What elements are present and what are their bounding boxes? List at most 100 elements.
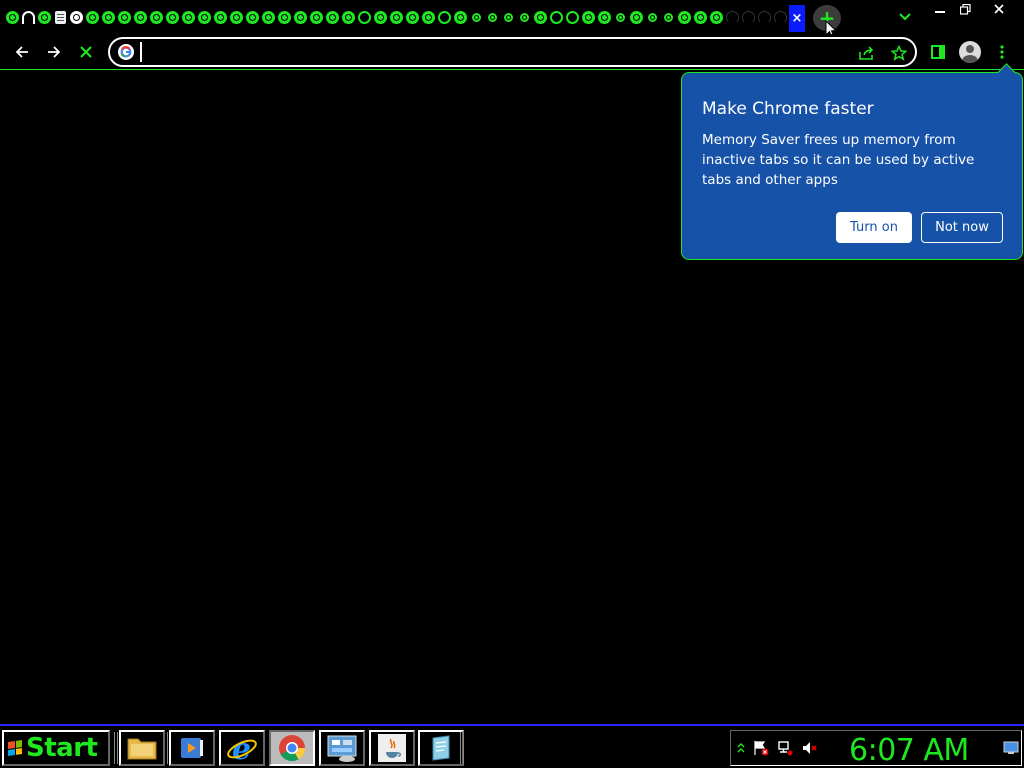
show-desktop-icon[interactable] [1003, 740, 1019, 756]
turn-on-button[interactable]: Turn on [836, 212, 912, 243]
tab-25[interactable] [388, 7, 404, 27]
tab-21[interactable] [324, 7, 340, 27]
tab-44[interactable] [692, 7, 708, 27]
address-bar[interactable] [108, 37, 917, 67]
tab-27[interactable] [420, 7, 436, 27]
avatar-icon [959, 41, 981, 63]
tab-38[interactable] [596, 7, 612, 27]
tab-33[interactable] [516, 7, 532, 27]
tab-8[interactable] [116, 7, 132, 27]
tab-16[interactable] [244, 7, 260, 27]
forward-button[interactable] [40, 38, 68, 66]
taskbar-clock[interactable]: 6:07 AM [849, 733, 969, 768]
tab-17[interactable] [260, 7, 276, 27]
tab-29[interactable] [452, 7, 468, 27]
action-center-flag-icon[interactable] [753, 740, 769, 756]
tab-34[interactable] [532, 7, 548, 27]
tab-22[interactable] [340, 7, 356, 27]
taskbar-java[interactable] [369, 730, 415, 766]
tab-19[interactable] [292, 7, 308, 27]
tab-7[interactable] [100, 7, 116, 27]
tab-search-button[interactable] [895, 7, 915, 27]
taskbar-media-player[interactable] [169, 730, 215, 766]
taskbar-file-explorer[interactable] [119, 730, 165, 766]
stop-loading-button[interactable] [72, 38, 100, 66]
tab-9[interactable] [132, 7, 148, 27]
taskbar-chrome[interactable] [269, 730, 315, 766]
tab-40[interactable] [628, 7, 644, 27]
tab-13[interactable] [196, 7, 212, 27]
small-favicon-icon [519, 12, 529, 22]
tab-42[interactable] [660, 7, 676, 27]
chrome-favicon-icon [117, 10, 131, 24]
chrome-favicon-icon [693, 10, 707, 24]
profile-button[interactable] [956, 38, 984, 66]
side-panel-button[interactable] [924, 38, 952, 66]
tab-11[interactable] [164, 7, 180, 27]
dim-favicon-icon [741, 10, 755, 24]
tab-31[interactable] [484, 7, 500, 27]
tab-3[interactable] [36, 7, 52, 27]
tab-32[interactable] [500, 7, 516, 27]
tab-18[interactable] [276, 7, 292, 27]
volume-muted-icon[interactable] [801, 740, 817, 756]
taskbar-internet-explorer[interactable]: e [219, 730, 265, 766]
chrome-favicon-icon [245, 10, 259, 24]
not-now-button[interactable]: Not now [921, 212, 1003, 243]
tab-10[interactable] [148, 7, 164, 27]
tab-35[interactable] [548, 7, 564, 27]
tab-39[interactable] [612, 7, 628, 27]
tab-49[interactable] [772, 7, 788, 27]
tab-30[interactable] [468, 7, 484, 27]
close-tab-icon[interactable]: × [792, 12, 803, 25]
tab-20[interactable] [308, 7, 324, 27]
show-hidden-icons-button[interactable] [733, 740, 749, 756]
popup-title: Make Chrome faster [702, 99, 874, 119]
taskbar-separator [460, 732, 464, 764]
chrome-favicon-icon [453, 10, 467, 24]
tab-6[interactable] [84, 7, 100, 27]
chrome-favicon-icon [373, 10, 387, 24]
tab-46[interactable] [724, 7, 740, 27]
back-button[interactable] [8, 38, 36, 66]
browser-toolbar [0, 34, 1024, 70]
tab-37[interactable] [580, 7, 596, 27]
tab-41[interactable] [644, 7, 660, 27]
tab-23[interactable] [356, 7, 372, 27]
tab-4[interactable] [52, 7, 68, 27]
share-button[interactable] [855, 42, 879, 64]
close-window-button[interactable] [980, 0, 1018, 18]
ring-favicon-icon [565, 10, 579, 24]
chrome-favicon-icon [149, 10, 163, 24]
tab-28[interactable] [436, 7, 452, 27]
start-label: Start [26, 733, 98, 763]
taskbar-control-panel[interactable] [319, 730, 365, 766]
tab-24[interactable] [372, 7, 388, 27]
bookmark-star-button[interactable] [887, 42, 911, 64]
tab-5[interactable] [68, 7, 84, 27]
taskbar-notepad[interactable] [418, 730, 464, 766]
chrome-menu-button[interactable] [988, 38, 1016, 66]
tab-12[interactable] [180, 7, 196, 27]
address-input[interactable] [140, 42, 840, 62]
small-favicon-icon [663, 12, 673, 22]
tab-26[interactable] [404, 7, 420, 27]
more-vert-icon [1000, 45, 1004, 59]
tab-45[interactable] [708, 7, 724, 27]
chrome-favicon-icon [197, 10, 211, 24]
control-panel-icon [327, 735, 357, 762]
tab-48[interactable] [756, 7, 772, 27]
tab-14[interactable] [212, 7, 228, 27]
tab-36[interactable] [564, 7, 580, 27]
start-button[interactable]: Start [2, 730, 110, 766]
tab-15[interactable] [228, 7, 244, 27]
restore-button[interactable] [950, 0, 980, 18]
chrome-favicon-icon [709, 10, 723, 24]
tab-2[interactable] [20, 7, 36, 27]
tab-list [4, 7, 788, 27]
tab-43[interactable] [676, 7, 692, 27]
tab-47[interactable] [740, 7, 756, 27]
tab-1[interactable] [4, 7, 20, 27]
network-icon[interactable] [777, 740, 793, 756]
active-tab[interactable]: × [789, 5, 805, 32]
